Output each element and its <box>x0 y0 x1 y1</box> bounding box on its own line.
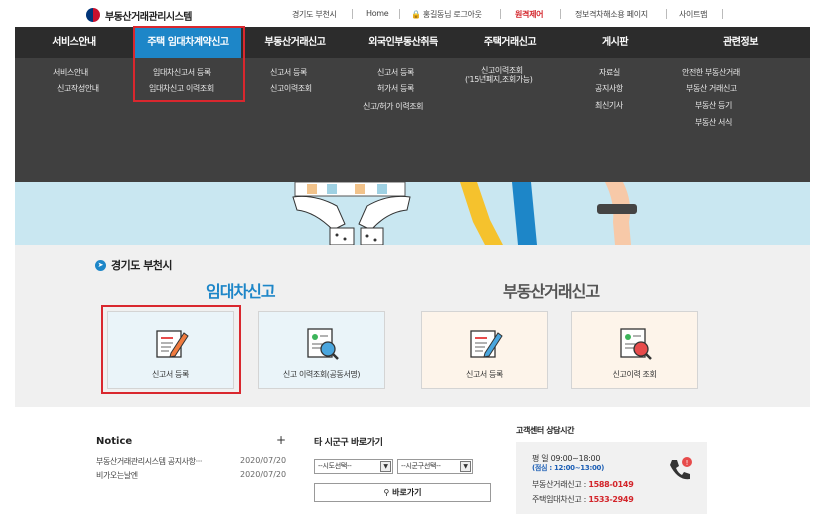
notice-item[interactable]: 비가오는날엔 <box>96 470 138 481</box>
utility-bar: 부동산거래관리시스템 경기도 부천시 Home 🔒 홍길동님 로그아웃 원격제어… <box>0 0 820 27</box>
lease-phone-number[interactable]: 1533-2949 <box>588 495 633 504</box>
goto-region-title: 타 시군구 바로가기 <box>314 438 383 448</box>
government-emblem-icon <box>86 8 100 22</box>
notice-item[interactable]: 부동산거래관리시스템 공지사항··· <box>96 456 202 467</box>
site-logo[interactable]: 부동산거래관리시스템 <box>86 7 193 23</box>
submenu-item[interactable]: 허가서 등록 <box>377 84 414 94</box>
support-lunch-hours: (점심 : 12:00~13:00) <box>532 464 604 472</box>
nav-housing-trade[interactable]: 주택거래신고 <box>461 27 559 58</box>
hero-banner <box>15 182 810 245</box>
submenu-item-note: ('15년폐지,조회가능) <box>465 75 533 84</box>
card-label: 신고이력 조회 <box>612 370 657 379</box>
sido-select[interactable]: --시도선택-- ▼ <box>314 459 393 474</box>
sitemap-link[interactable]: 사이트맵 <box>679 9 708 20</box>
submenu-item[interactable]: 서비스안내 <box>53 68 88 78</box>
trade-section-title: 부동산거래신고 <box>503 282 600 301</box>
chevron-right-icon: ➤ <box>95 259 106 271</box>
support-lease-line: 주택임대차신고 : 1533-2949 <box>532 495 634 504</box>
support-title: 고객센터 상담시간 <box>516 426 575 435</box>
submenu-item[interactable]: 공지사항 <box>595 84 623 94</box>
notice-title: Notice <box>96 436 133 447</box>
submenu-item[interactable]: 자료실 <box>599 68 620 78</box>
trade-history-card[interactable]: 신고이력 조회 <box>571 311 698 389</box>
nav-real-estate-trade[interactable]: 부동산거래신고 <box>245 27 345 58</box>
lock-icon: 🔒 <box>411 10 421 19</box>
logout-link[interactable]: 🔒 홍길동님 로그아웃 <box>411 9 482 20</box>
sigungu-select[interactable]: --시군구선택-- ▼ <box>397 459 473 474</box>
nav-service-guide[interactable]: 서비스안내 <box>15 27 133 58</box>
submenu-item[interactable]: 신고서 등록 <box>377 68 414 78</box>
submenu-item[interactable]: 신고작성안내 <box>57 84 99 94</box>
support-trade-line: 부동산거래신고 : 1588-0149 <box>532 480 634 489</box>
nav-board[interactable]: 게시판 <box>563 27 667 58</box>
highlight-frame <box>133 26 245 102</box>
submenu-item[interactable]: 부동산 서식 <box>695 118 732 128</box>
home-link[interactable]: Home <box>366 9 389 18</box>
lease-history-card[interactable]: 신고 이력조회(공동서명) <box>258 311 385 389</box>
submenu-item[interactable]: 안전한 부동산거래 <box>682 68 740 78</box>
phone-icon: ! <box>670 457 692 480</box>
search-profile-icon <box>306 328 339 360</box>
support-panel: 평 일 09:00~18:00 (점심 : 12:00~13:00) 부동산거래… <box>516 442 707 514</box>
nav-related-info[interactable]: 관련정보 <box>671 27 810 58</box>
submenu-item[interactable]: 부동산 등기 <box>695 101 732 111</box>
notice-date: 2020/07/20 <box>240 456 287 465</box>
submenu-item[interactable]: 신고/허가 이력조회 <box>363 102 424 112</box>
nav-foreigner-acquisition[interactable]: 외국인부동산취득 <box>349 27 457 58</box>
trade-phone-number[interactable]: 1588-0149 <box>588 480 633 489</box>
submenu-item[interactable]: 최신기사 <box>595 101 623 111</box>
card-label: 신고 이력조회(공동서명) <box>282 370 361 379</box>
notice-more-button[interactable]: + <box>276 433 286 447</box>
site-logo-text: 부동산거래관리시스템 <box>105 11 193 23</box>
trade-register-card[interactable]: 신고서 등록 <box>421 311 548 389</box>
notice-date: 2020/07/20 <box>240 470 287 479</box>
chevron-down-icon: ▼ <box>380 461 391 472</box>
search-icon: ⚲ <box>383 488 390 497</box>
region-heading: ➤ 경기도 부천시 <box>95 257 173 273</box>
submenu-item[interactable]: 부동산 거래신고 <box>686 84 737 94</box>
goto-button[interactable]: ⚲ 바로가기 <box>314 483 491 502</box>
chevron-down-icon: ▼ <box>460 461 471 472</box>
hero-illustration <box>292 182 637 245</box>
remote-control-link[interactable]: 원격제어 <box>515 9 544 20</box>
current-region: 경기도 부천시 <box>292 10 337 19</box>
search-profile-icon <box>619 328 652 360</box>
svg-text:!: ! <box>686 459 689 467</box>
highlight-frame <box>101 305 241 394</box>
edit-document-icon <box>469 330 503 358</box>
info-gap-page-link[interactable]: 정보격차해소용 페이지 <box>575 9 648 20</box>
submenu-item[interactable]: 신고서 등록 <box>270 68 307 78</box>
region-title: 경기도 부천시 <box>111 259 173 272</box>
lease-section-title: 임대차신고 <box>206 282 276 301</box>
card-label: 신고서 등록 <box>466 370 503 379</box>
submenu-item[interactable]: 신고이력조회 <box>270 84 312 94</box>
